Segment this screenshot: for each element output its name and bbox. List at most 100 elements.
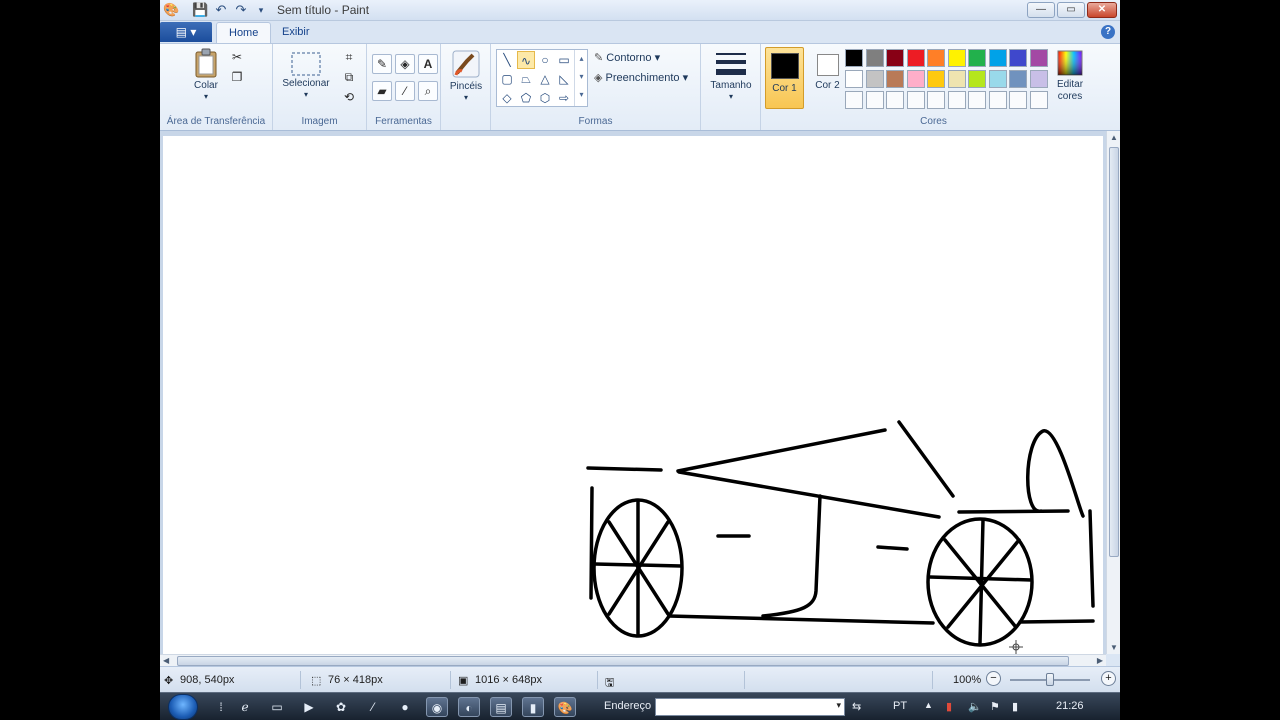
palette-color-swatch[interactable] <box>947 70 966 88</box>
pentagon-shape-icon[interactable]: ⬠ <box>517 89 535 107</box>
paint-menu-button[interactable]: ▤ ▾ <box>160 22 212 42</box>
fill-button[interactable]: ◈ Preenchimento ▾ <box>594 71 688 84</box>
eraser-icon[interactable]: ▰ <box>372 81 392 101</box>
show-desktop-icon[interactable]: ⁞ <box>210 697 232 717</box>
palette-color-swatch[interactable] <box>927 49 945 67</box>
custom-color-swatch[interactable] <box>947 91 966 109</box>
text-tool-icon[interactable]: A <box>418 54 438 74</box>
save-icon[interactable]: 💾 <box>192 2 208 18</box>
magnifier-icon[interactable]: ⌕ <box>418 81 438 101</box>
volume-icon[interactable]: 🔈 <box>968 700 982 713</box>
network-icon[interactable]: ▮ <box>1012 700 1018 713</box>
chrome-icon[interactable]: ◉ <box>426 697 448 717</box>
palette-color-swatch[interactable] <box>865 49 884 67</box>
vertical-scrollbar[interactable]: ▲ ▼ <box>1106 131 1120 654</box>
vertical-scroll-thumb[interactable] <box>1109 147 1119 557</box>
oval-shape-icon[interactable]: ○ <box>536 51 554 69</box>
palette-color-swatch[interactable] <box>988 49 1007 67</box>
minimize-button[interactable]: — <box>1027 2 1055 18</box>
palette-color-swatch[interactable] <box>1009 70 1027 88</box>
customize-dropdown-icon[interactable]: ▾ <box>253 2 269 18</box>
cut-icon[interactable]: ✂ <box>227 48 247 68</box>
custom-color-swatch[interactable] <box>845 91 863 109</box>
hexagon-shape-icon[interactable]: ⬡ <box>536 89 554 107</box>
diamond-shape-icon[interactable]: ◇ <box>498 89 516 107</box>
crop-icon[interactable]: ⌗ <box>339 48 359 68</box>
media-app-icon[interactable]: ◐ <box>458 697 480 717</box>
palette-color-swatch[interactable] <box>845 49 863 67</box>
resize-icon[interactable]: ⧉ <box>339 68 359 88</box>
action-center-flag-icon[interactable]: ⚑ <box>990 700 1000 713</box>
custom-color-swatch[interactable] <box>886 91 904 109</box>
edit-colors-button[interactable]: Editar cores <box>1049 49 1091 103</box>
go-icon[interactable]: ⇆ <box>852 700 861 713</box>
media-player-icon[interactable]: ▶ <box>298 697 320 717</box>
messenger-icon[interactable]: ✿ <box>330 697 352 717</box>
scroll-left-icon[interactable]: ◀ <box>163 656 169 665</box>
palette-color-swatch[interactable] <box>1009 49 1027 67</box>
color2-button[interactable]: Cor 2 <box>808 47 847 109</box>
custom-color-swatch[interactable] <box>968 91 986 109</box>
curve-shape-icon[interactable]: ∿ <box>517 51 535 69</box>
custom-color-swatch[interactable] <box>865 91 884 109</box>
rectangle-shape-icon[interactable]: ▭ <box>555 51 573 69</box>
maximize-button[interactable]: ▭ <box>1057 2 1085 18</box>
polygon-shape-icon[interactable]: ⏢ <box>517 70 535 88</box>
address-input[interactable]: ▾ <box>655 698 845 716</box>
clock[interactable]: 21:26 <box>1056 700 1084 712</box>
zoom-in-icon[interactable]: + <box>1101 671 1116 686</box>
color-picker-icon[interactable]: ⁄ <box>395 81 415 101</box>
scroll-up-icon[interactable]: ▲ <box>1110 133 1118 142</box>
document-app-icon[interactable]: ▤ <box>490 697 512 717</box>
pencil-icon[interactable]: ✎ <box>372 54 392 74</box>
drawing-canvas[interactable] <box>163 136 1103 654</box>
pen-tool-icon[interactable]: ⁄ <box>362 697 384 717</box>
scroll-down-icon[interactable]: ▼ <box>1110 643 1118 652</box>
custom-color-swatch[interactable] <box>927 91 945 109</box>
palette-color-swatch[interactable] <box>927 70 945 88</box>
triangle-shape-icon[interactable]: △ <box>536 70 554 88</box>
rounded-rectangle-shape-icon[interactable]: ▢ <box>498 70 516 88</box>
tab-view[interactable]: Exibir <box>270 22 322 43</box>
language-indicator[interactable]: PT <box>893 700 907 712</box>
custom-color-swatch[interactable] <box>988 91 1007 109</box>
close-button[interactable]: ✕ <box>1087 2 1117 18</box>
palette-color-swatch[interactable] <box>968 49 986 67</box>
palette-color-swatch[interactable] <box>947 49 966 67</box>
palette-color-swatch[interactable] <box>906 70 925 88</box>
window-switcher-icon[interactable]: ▭ <box>266 697 288 717</box>
redo-icon[interactable]: ↷ <box>233 2 249 18</box>
custom-color-swatch[interactable] <box>906 91 925 109</box>
internet-explorer-icon[interactable]: ℯ <box>234 697 256 717</box>
line-shape-icon[interactable]: ╲ <box>498 51 516 69</box>
select-button[interactable]: Selecionar ▾ <box>278 52 334 100</box>
palette-color-swatch[interactable] <box>886 49 904 67</box>
scroll-right-icon[interactable]: ▶ <box>1097 656 1103 665</box>
right-triangle-shape-icon[interactable]: ◺ <box>555 70 573 88</box>
horizontal-scrollbar[interactable]: ◀ ▶ <box>160 654 1106 666</box>
start-button[interactable] <box>168 694 198 720</box>
tray-expand-icon[interactable]: ▲ <box>924 700 933 710</box>
palette-color-swatch[interactable] <box>906 49 925 67</box>
paint-taskbar-icon[interactable]: 🎨 <box>554 697 576 717</box>
palette-color-swatch[interactable] <box>845 70 863 88</box>
horizontal-scroll-thumb[interactable] <box>177 656 1069 666</box>
shapes-scroll[interactable]: ▴ ▾ ▾ <box>574 50 588 106</box>
fill-bucket-icon[interactable]: ◈ <box>395 54 415 74</box>
game-icon[interactable]: ● <box>394 697 416 717</box>
arrow-shape-icon[interactable]: ⇨ <box>555 89 573 107</box>
paint-app-icon[interactable]: 🎨 <box>163 2 179 18</box>
rotate-icon[interactable]: ⟲ <box>339 88 359 108</box>
size-button[interactable]: Tamanho ▾ <box>705 50 757 102</box>
palette-color-swatch[interactable] <box>865 70 884 88</box>
color1-button[interactable]: Cor 1 <box>765 47 804 109</box>
palette-color-swatch[interactable] <box>886 70 904 88</box>
copy-icon[interactable]: ❐ <box>227 68 247 88</box>
palette-color-swatch[interactable] <box>1029 70 1048 88</box>
outline-button[interactable]: ✎ Contorno ▾ <box>594 51 660 64</box>
tab-home[interactable]: Home <box>216 22 272 43</box>
palette-color-swatch[interactable] <box>988 70 1007 88</box>
custom-color-swatch[interactable] <box>1009 91 1027 109</box>
palette-color-swatch[interactable] <box>968 70 986 88</box>
undo-icon[interactable]: ↶ <box>213 2 229 18</box>
